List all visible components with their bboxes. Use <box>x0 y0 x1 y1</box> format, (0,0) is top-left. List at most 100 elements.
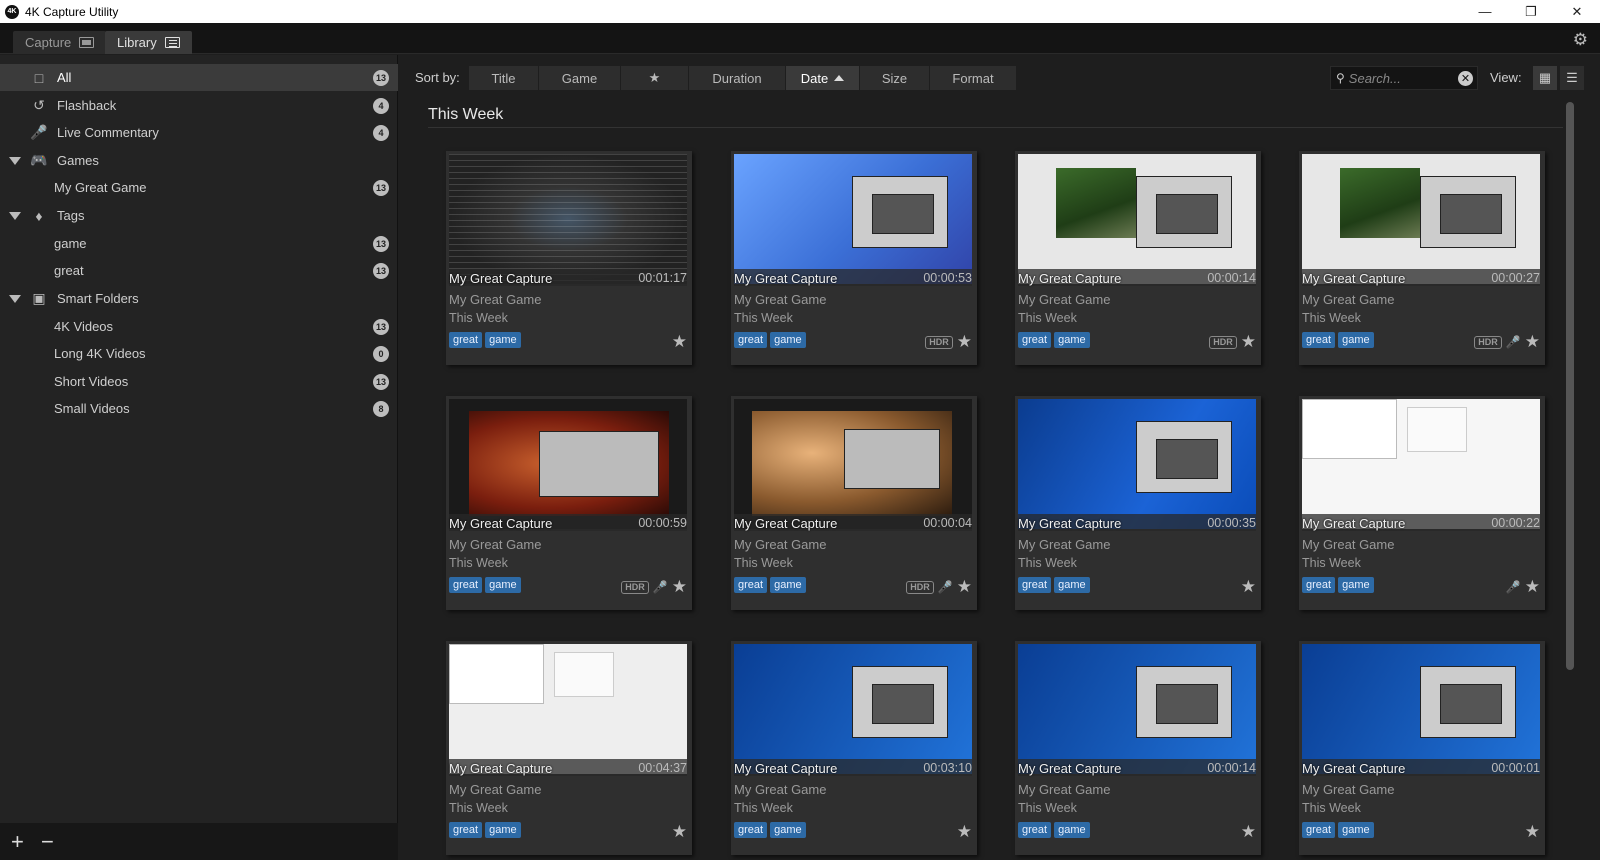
capture-thumbnail[interactable] <box>1302 399 1540 529</box>
sort-size-button[interactable]: Size <box>860 66 930 90</box>
capture-card[interactable]: My Great Capture 00:00:27 My Great Game … <box>1299 151 1545 365</box>
tag-chip[interactable]: game <box>770 577 806 593</box>
favorite-star-icon[interactable]: ★ <box>1525 332 1540 352</box>
capture-thumbnail[interactable] <box>449 154 687 284</box>
search-input[interactable] <box>1348 70 1449 86</box>
sidebar-item-my-great-game[interactable]: My Great Game 13 <box>0 174 398 201</box>
tag-chip[interactable]: game <box>1054 822 1090 838</box>
tag-chip[interactable]: great <box>734 577 768 593</box>
favorite-star-icon[interactable]: ★ <box>1241 332 1256 352</box>
tag-chip[interactable]: game <box>1054 332 1090 348</box>
close-icon[interactable]: ✕ <box>1554 0 1600 23</box>
capture-card[interactable]: My Great Capture 00:01:17 My Great Game … <box>446 151 692 365</box>
favorite-star-icon[interactable]: ★ <box>1241 822 1256 842</box>
sidebar-item-small-videos[interactable]: Small Videos 8 <box>0 395 398 422</box>
sidebar-item-smart-folders[interactable]: ▣ Smart Folders <box>0 285 398 312</box>
favorite-star-icon[interactable]: ★ <box>1525 822 1540 842</box>
capture-card[interactable]: My Great Capture 00:00:35 My Great Game … <box>1015 396 1261 610</box>
tag-chip[interactable]: great <box>449 577 483 593</box>
tab-library-label: Library <box>117 35 157 50</box>
sort-duration-button[interactable]: Duration <box>689 66 786 90</box>
sidebar-item-flashback[interactable]: ↺ Flashback 4 <box>0 92 398 119</box>
sort-format-button[interactable]: Format <box>930 66 1017 90</box>
tag-chip[interactable]: great <box>1302 332 1336 348</box>
vertical-scrollbar[interactable] <box>1566 102 1574 670</box>
sort-star-button[interactable]: ★ <box>621 66 689 90</box>
gear-icon[interactable]: ⚙ <box>1573 30 1588 50</box>
capture-thumbnail[interactable] <box>1018 644 1256 774</box>
favorite-star-icon[interactable]: ★ <box>672 332 687 352</box>
tag-chip[interactable]: great <box>1018 577 1052 593</box>
capture-thumbnail[interactable] <box>449 644 687 774</box>
tag-chip[interactable]: great <box>449 822 483 838</box>
tag-chip[interactable]: game <box>1054 577 1090 593</box>
tag-chip[interactable]: great <box>734 332 768 348</box>
tag-chip[interactable]: game <box>1338 577 1374 593</box>
tag-chip[interactable]: game <box>1338 332 1374 348</box>
sidebar-item-games[interactable]: 🎮 Games <box>0 147 398 174</box>
favorite-star-icon[interactable]: ★ <box>957 822 972 842</box>
tag-chip[interactable]: game <box>485 822 521 838</box>
sidebar-item-tag-great[interactable]: great 13 <box>0 257 398 284</box>
capture-thumbnail[interactable] <box>734 644 972 774</box>
tag-chip[interactable]: game <box>770 822 806 838</box>
tag-chip[interactable]: great <box>1018 332 1052 348</box>
capture-thumbnail[interactable] <box>734 399 972 529</box>
sidebar-item-long-4k-videos[interactable]: Long 4K Videos 0 <box>0 340 398 367</box>
sidebar-item-short-videos[interactable]: Short Videos 13 <box>0 368 398 395</box>
capture-meta: ★ <box>1241 822 1256 842</box>
capture-card[interactable]: My Great Capture 00:00:01 My Great Game … <box>1299 641 1545 855</box>
tag-chip[interactable]: great <box>449 332 483 348</box>
tag-chip[interactable]: great <box>734 822 768 838</box>
sidebar-item-4k-videos[interactable]: 4K Videos 13 <box>0 313 398 340</box>
capture-thumbnail[interactable] <box>1302 154 1540 284</box>
tab-library[interactable]: Library <box>105 31 192 54</box>
maximize-icon[interactable]: ❐ <box>1508 0 1554 23</box>
favorite-star-icon[interactable]: ★ <box>957 332 972 352</box>
capture-thumbnail[interactable] <box>1018 154 1256 284</box>
sort-game-button[interactable]: Game <box>539 66 621 90</box>
clear-search-icon[interactable]: ✕ <box>1458 71 1473 86</box>
capture-thumbnail[interactable] <box>1302 644 1540 774</box>
capture-card[interactable]: My Great Capture 00:00:53 My Great Game … <box>731 151 977 365</box>
minimize-icon[interactable]: — <box>1462 0 1508 23</box>
expand-triangle-icon[interactable] <box>9 156 21 165</box>
remove-folder-button[interactable]: − <box>41 829 54 855</box>
capture-card[interactable]: My Great Capture 00:00:14 My Great Game … <box>1015 641 1261 855</box>
favorite-star-icon[interactable]: ★ <box>957 577 972 597</box>
tag-chip[interactable]: great <box>1302 822 1336 838</box>
sidebar-item-tags[interactable]: ♦ Tags <box>0 202 398 229</box>
capture-card[interactable]: My Great Capture 00:04:37 My Great Game … <box>446 641 692 855</box>
capture-thumbnail[interactable] <box>449 399 687 529</box>
list-view-button[interactable]: ☰ <box>1560 66 1584 90</box>
capture-thumbnail[interactable] <box>734 154 972 284</box>
sort-title-button[interactable]: Title <box>469 66 539 90</box>
capture-game: My Great Game <box>1302 782 1395 797</box>
capture-card[interactable]: My Great Capture 00:00:14 My Great Game … <box>1015 151 1261 365</box>
favorite-star-icon[interactable]: ★ <box>1525 577 1540 597</box>
capture-card[interactable]: My Great Capture 00:03:10 My Great Game … <box>731 641 977 855</box>
capture-card[interactable]: My Great Capture 00:00:22 My Great Game … <box>1299 396 1545 610</box>
sidebar-item-all[interactable]: □ All 13 <box>0 64 398 91</box>
capture-card[interactable]: My Great Capture 00:00:04 My Great Game … <box>731 396 977 610</box>
tag-chip[interactable]: game <box>1338 822 1374 838</box>
tab-capture[interactable]: Capture <box>13 31 107 54</box>
tag-chip[interactable]: game <box>485 332 521 348</box>
tag-chip[interactable]: great <box>1302 577 1336 593</box>
tag-chip[interactable]: game <box>770 332 806 348</box>
grid-view-button[interactable]: ▦ <box>1533 66 1557 90</box>
sidebar-item-tag-game[interactable]: game 13 <box>0 230 398 257</box>
capture-thumbnail[interactable] <box>1018 399 1256 529</box>
tag-chip[interactable]: great <box>1018 822 1052 838</box>
favorite-star-icon[interactable]: ★ <box>672 577 687 597</box>
favorite-star-icon[interactable]: ★ <box>672 822 687 842</box>
sidebar-item-label: All <box>57 70 72 85</box>
sort-date-button[interactable]: Date <box>786 66 860 90</box>
sidebar-item-live-commentary[interactable]: 🎤 Live Commentary 4 <box>0 119 398 146</box>
tag-chip[interactable]: game <box>485 577 521 593</box>
add-folder-button[interactable]: + <box>11 829 24 855</box>
expand-triangle-icon[interactable] <box>9 294 21 303</box>
expand-triangle-icon[interactable] <box>9 211 21 220</box>
favorite-star-icon[interactable]: ★ <box>1241 577 1256 597</box>
capture-card[interactable]: My Great Capture 00:00:59 My Great Game … <box>446 396 692 610</box>
